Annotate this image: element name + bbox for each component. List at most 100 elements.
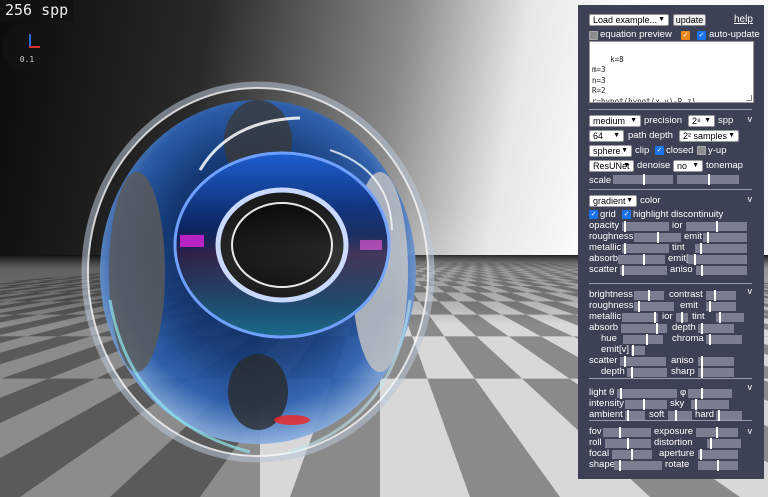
surface-slider-metallic[interactable] (622, 312, 658, 323)
surface-slider-brightness[interactable] (634, 290, 664, 301)
equation-preview-checkbox[interactable] (589, 31, 598, 40)
material-label-aniso: aniso (670, 264, 693, 275)
spp-select[interactable]: 2⁸ ▼ (688, 115, 715, 127)
surface-slider-chroma[interactable] (706, 334, 742, 345)
surface-slider-depth2[interactable] (627, 367, 667, 378)
light-slider-intensity[interactable] (625, 399, 667, 410)
light-section-toggle[interactable]: v (748, 382, 753, 392)
chevron-down-icon: ▼ (658, 16, 665, 23)
camera-section-toggle[interactable]: v (748, 426, 753, 436)
surface-slider-contrast[interactable] (706, 290, 736, 301)
surface-slider-scatter[interactable] (620, 356, 666, 367)
surface-slider-aniso[interactable] (698, 356, 734, 367)
light-slider-light_theta[interactable] (617, 388, 677, 399)
light-label-intensity: intensity (589, 398, 624, 409)
tonemap-select[interactable]: no ▼ (673, 160, 703, 172)
material-slider-tint[interactable] (695, 243, 747, 254)
material-slider-emit[interactable] (703, 232, 747, 243)
material-slider-roughness[interactable] (634, 232, 681, 243)
grid-checkbox[interactable]: ✓ (589, 210, 598, 219)
surface-section-toggle[interactable]: v (748, 286, 753, 296)
clip-select[interactable]: sphere ▼ (589, 145, 632, 157)
quality-select[interactable]: medium ▼ (589, 115, 641, 127)
closed-checkbox[interactable]: ✓ (655, 146, 664, 155)
equation-text: k=8 m=3 n=3 R=2 r=hypot(hypot(x,y)-R,z) … (592, 54, 696, 103)
surface-label-emit: emit (680, 300, 698, 311)
samples-per-pixel-readout: 256 spp (0, 0, 74, 21)
camera-slider-roll[interactable] (605, 438, 651, 449)
material-slider-opacity[interactable] (622, 221, 669, 232)
surface-slider-roughness[interactable] (634, 301, 674, 312)
equation-editor[interactable]: k=8 m=3 n=3 R=2 r=hypot(hypot(x,y)-R,z) … (589, 41, 754, 103)
path-depth-select[interactable]: 64 ▼ (589, 130, 624, 142)
update-button[interactable]: update (673, 14, 706, 26)
color-label: color (640, 195, 661, 206)
material-slider-absorb[interactable] (618, 254, 665, 265)
surface-slider-absorb[interactable] (621, 323, 667, 334)
highlight-discontinuity-checkbox[interactable]: ✓ (622, 210, 631, 219)
surface-slider-ior[interactable] (676, 312, 688, 323)
material-section-toggle[interactable]: v (748, 194, 753, 204)
material-label-scatter: scatter (589, 264, 618, 275)
material-slider-aniso[interactable] (696, 265, 747, 276)
resize-handle-icon[interactable] (746, 95, 752, 101)
surface-label-depth: depth (672, 322, 696, 333)
surface-label-hue: hue (601, 333, 617, 344)
equation-preview-label: equation preview (600, 29, 672, 40)
light-slider-soft[interactable] (668, 410, 692, 421)
scale-slider-b[interactable] (677, 174, 739, 185)
light-slider-sky[interactable] (691, 399, 729, 410)
camera-slider-distortion[interactable] (707, 438, 741, 449)
surface-label-tint: tint (692, 311, 705, 322)
camera-slider-focal[interactable] (612, 449, 652, 460)
light-label-light_theta: light θ (589, 387, 615, 398)
light-label-ambient: ambient (589, 409, 623, 420)
surface-slider-tint[interactable] (716, 312, 744, 323)
material-slider-metallic[interactable] (622, 243, 669, 254)
camera-slider-shape[interactable] (614, 460, 662, 471)
material-slider-emit[v][interactable] (688, 254, 747, 265)
denoise-select[interactable]: ResUNet ▼ (589, 160, 634, 172)
material-label-metallic: metallic (589, 242, 622, 253)
spp-label: spp (718, 115, 734, 126)
camera-label-focal: focal (589, 448, 610, 459)
axis-gizmo[interactable]: 0.1 (2, 22, 52, 72)
scale-slider-a[interactable] (613, 174, 673, 185)
closed-label: closed (666, 145, 694, 156)
material-slider-scatter[interactable] (620, 265, 667, 276)
scale-label: scale (589, 175, 612, 186)
light-label-sky: sky (670, 398, 685, 409)
light-slider-phi[interactable] (688, 388, 732, 399)
chevron-down-icon: ▼ (728, 132, 735, 139)
camera-slider-rotate[interactable] (698, 460, 738, 471)
render-section-toggle[interactable]: v (748, 114, 753, 124)
light-slider-ambient[interactable] (625, 410, 645, 421)
surface-slider-emit_v[interactable] (631, 345, 645, 356)
path-depth-label: path depth (628, 130, 673, 141)
light-slider-hard[interactable] (716, 410, 742, 421)
chevron-down-icon: ▼ (623, 162, 630, 169)
surface-slider-hue[interactable] (623, 334, 663, 345)
help-link[interactable]: help (734, 14, 753, 25)
chevron-down-icon: ▼ (704, 117, 711, 124)
camera-slider-fov[interactable] (603, 427, 651, 438)
equation-preview-toggle[interactable]: ✓ (681, 31, 690, 40)
load-example-select[interactable]: Load example... ▼ (589, 14, 669, 26)
camera-slider-exposure[interactable] (696, 427, 738, 438)
chevron-down-icon: ▼ (613, 132, 620, 139)
light-label-phi: φ (680, 387, 687, 398)
samples-select[interactable]: 2² samples ▼ (679, 130, 739, 142)
surface-slider-depth[interactable] (698, 323, 734, 334)
light-label-hard: hard (695, 409, 715, 420)
surface-slider-sharp[interactable] (698, 367, 734, 378)
surface-label-ior: ior (662, 311, 673, 322)
color-select[interactable]: gradient ▼ (589, 195, 637, 207)
auto-update-checkbox[interactable]: ✓ (697, 31, 706, 40)
material-label-opacity: opacity (589, 220, 620, 231)
divider (589, 109, 752, 110)
camera-slider-aperture[interactable] (698, 449, 738, 460)
surface-slider-emit[interactable] (706, 301, 736, 312)
y-up-checkbox[interactable] (697, 146, 706, 155)
material-slider-ior[interactable] (686, 221, 747, 232)
surface-label-metallic: metallic (589, 311, 622, 322)
